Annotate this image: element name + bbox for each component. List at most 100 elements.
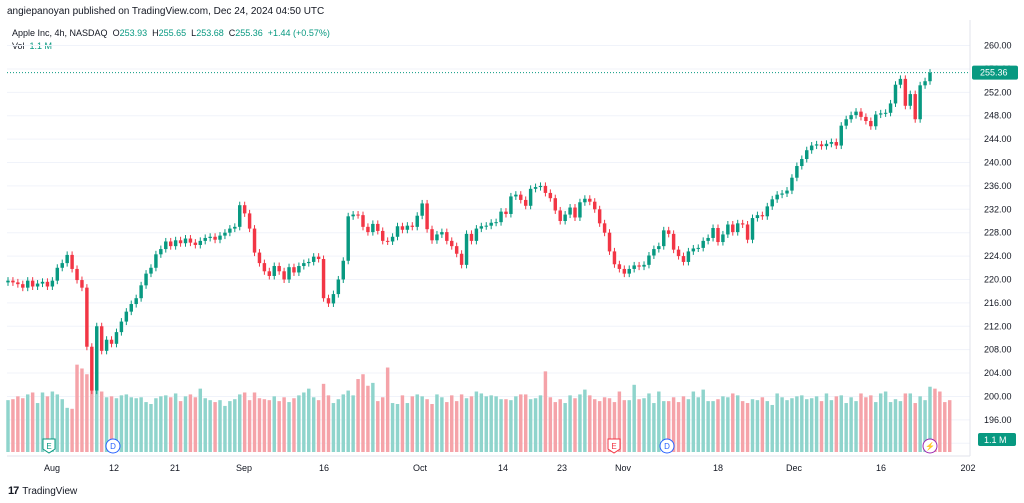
x-tick-label: 21 — [170, 463, 180, 473]
volume-bar — [193, 397, 198, 452]
candle-body — [913, 94, 917, 120]
candle-body — [499, 211, 503, 223]
volume-bar — [543, 371, 548, 452]
candle-body — [721, 234, 725, 243]
volume-bar — [35, 403, 40, 452]
volume-bar — [469, 396, 474, 452]
candle-body — [676, 249, 681, 257]
y-tick-label: 212.00 — [984, 321, 1012, 331]
candle-body — [188, 238, 193, 243]
volume-bar — [903, 393, 908, 452]
volume-bar — [208, 400, 212, 452]
volume-bar — [691, 391, 696, 452]
volume-bar — [440, 397, 444, 452]
event-letter: D — [664, 442, 670, 451]
volume-bar — [514, 396, 518, 452]
volume-bar — [75, 364, 79, 452]
volume-bar — [765, 401, 770, 452]
volume-bar — [238, 394, 242, 452]
volume-bar — [450, 395, 454, 452]
volume-bar — [519, 394, 523, 452]
candle-body — [410, 225, 415, 227]
volume-bar — [6, 400, 10, 452]
volume-bar — [533, 398, 538, 452]
candle-body — [652, 249, 656, 256]
candle-body — [849, 115, 853, 120]
volume-bar — [735, 395, 740, 452]
volume-bar — [494, 396, 498, 452]
candle-body — [30, 280, 35, 287]
candle-body — [543, 185, 548, 193]
volume-bar — [247, 400, 252, 452]
candle-body — [395, 226, 400, 237]
candle-body — [35, 283, 40, 287]
candle-body — [514, 194, 518, 197]
candle-body — [790, 177, 794, 191]
volume-bar — [878, 393, 883, 452]
volume-bar — [499, 399, 503, 452]
volume-bar — [632, 384, 636, 452]
volume-bar — [657, 391, 661, 452]
candle-body — [770, 199, 774, 207]
candle-body — [302, 263, 306, 267]
candle-body — [558, 210, 562, 221]
candle-body — [809, 145, 814, 151]
volume-bar — [252, 392, 257, 452]
candle-body — [440, 232, 444, 235]
volume-bar — [809, 398, 814, 452]
candle-body — [647, 255, 651, 265]
volume-bar — [489, 395, 493, 452]
volume-bar — [95, 390, 99, 452]
event-letter: ⚡ — [925, 441, 935, 451]
volume-bar — [726, 397, 730, 452]
y-tick-label: 196.00 — [984, 415, 1012, 425]
volume-bar — [311, 397, 316, 452]
volume-bar — [287, 402, 291, 452]
volume-bar — [213, 402, 217, 452]
volume-bar — [445, 402, 449, 452]
volume-bar — [637, 399, 641, 452]
candle-body — [445, 232, 449, 241]
candle-body — [464, 233, 469, 265]
volume-bar — [573, 398, 577, 452]
candle-body — [814, 144, 819, 146]
volume-bar — [824, 393, 829, 452]
volume-bar — [272, 396, 276, 452]
candle-body — [637, 265, 641, 267]
candle-body — [740, 223, 745, 225]
volume-bar — [869, 395, 873, 452]
volume-bar — [588, 395, 592, 452]
candle-body — [844, 119, 848, 126]
volume-bar — [228, 401, 232, 452]
candle-body — [775, 194, 779, 200]
volume-bar — [380, 397, 385, 452]
candle-body — [489, 222, 493, 226]
event-letter: E — [611, 442, 616, 451]
candle-body — [213, 236, 217, 240]
price-chart[interactable]: 192.00196.00200.00204.00208.00212.00216.… — [0, 0, 1024, 503]
candle-body — [361, 215, 365, 227]
volume-bar — [740, 401, 745, 452]
volume-bar — [706, 401, 710, 452]
candle-body — [450, 240, 454, 247]
volume-bar — [938, 391, 942, 452]
candle-body — [90, 346, 94, 391]
candle-body — [144, 273, 148, 286]
x-tick-label: 202 — [960, 463, 975, 473]
x-tick-label: Nov — [615, 463, 632, 473]
volume-bar — [376, 401, 380, 452]
volume-bar — [351, 395, 355, 452]
volume-bar — [400, 395, 405, 452]
candle-body — [696, 247, 700, 249]
candle-body — [563, 214, 567, 221]
volume-bar — [371, 382, 375, 452]
candle-body — [203, 237, 207, 241]
candle-body — [272, 266, 276, 276]
volume-bar — [80, 368, 84, 452]
volume-bar — [790, 398, 794, 452]
candle-body — [85, 287, 89, 347]
candle-body — [469, 233, 474, 241]
candle-body — [321, 259, 326, 299]
volume-bar — [30, 392, 35, 452]
volume-bar — [331, 403, 336, 452]
